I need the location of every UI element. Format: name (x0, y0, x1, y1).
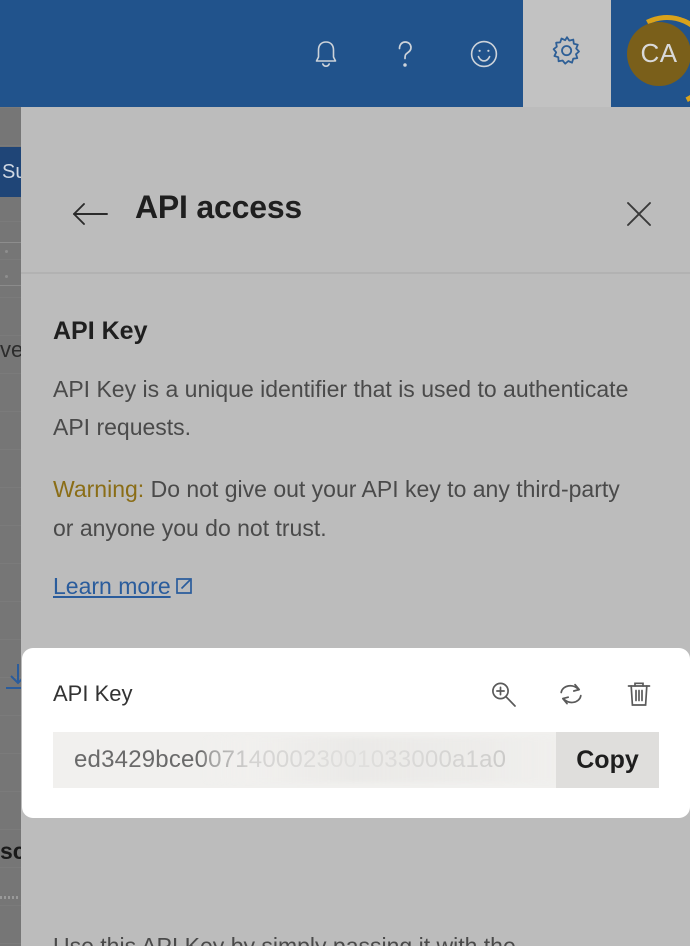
background-dot (5, 250, 8, 253)
settings-button[interactable] (523, 0, 611, 107)
app-top-bar: CA (0, 0, 690, 119)
delete-key-icon[interactable] (623, 678, 655, 710)
usage-line-1: Use this API Key by simply passing it wi… (53, 933, 516, 946)
api-key-card-label: API Key (53, 681, 133, 706)
api-key-usage-text: Use this API Key by simply passing it wi… (53, 927, 653, 946)
gear-icon (549, 33, 585, 74)
notifications-icon[interactable] (309, 37, 343, 71)
background-chip-subscription[interactable]: Su (0, 147, 22, 197)
api-key-input[interactable]: ed3429bce0071400023001033000a1a0 (53, 732, 556, 788)
panel-header: API access (21, 107, 690, 274)
section-title: API Key (53, 317, 148, 345)
copy-button[interactable]: Copy (556, 732, 659, 788)
learn-more-label: Learn more (53, 572, 171, 599)
api-key-value: ed3429bce0071400023001033000a1a0 (74, 746, 507, 773)
learn-more-link[interactable]: Learn more (53, 573, 195, 600)
panel-body: API Key API Key is a unique identifier t… (21, 317, 690, 600)
background-dot (5, 275, 8, 278)
reveal-key-icon[interactable] (487, 678, 519, 710)
help-icon[interactable] (388, 37, 422, 71)
api-key-card: API Key ed3429bce0071400023001033000a1a0… (22, 648, 690, 818)
header-divider (21, 272, 690, 274)
close-icon[interactable] (618, 193, 660, 235)
avatar-initials: CA (627, 21, 690, 86)
external-link-icon (173, 575, 195, 597)
avatar: CA (609, 2, 690, 119)
background-divider (0, 242, 22, 243)
feedback-icon[interactable] (467, 37, 501, 71)
back-arrow-icon[interactable] (67, 191, 113, 237)
api-key-warning: Warning: Do not give out your API key to… (53, 470, 633, 546)
regenerate-key-icon[interactable] (555, 678, 587, 710)
user-account-button[interactable]: CA (609, 0, 690, 119)
api-key-row: ed3429bce0071400023001033000a1a0 Copy (53, 732, 659, 788)
top-bar-icon-group (0, 0, 523, 107)
warning-label: Warning: (53, 476, 145, 503)
page-title: API access (135, 189, 303, 225)
api-key-card-header: API Key (53, 674, 659, 714)
background-underline (0, 896, 20, 899)
api-key-description: API Key is a unique identifier that is u… (53, 376, 629, 441)
background-chip-label: Su (2, 161, 22, 183)
background-divider (0, 285, 22, 286)
background-text-fragment: ve (0, 337, 24, 362)
api-key-card-actions (487, 678, 659, 710)
api-access-panel: API access API Key API Key is a unique i… (21, 107, 690, 946)
